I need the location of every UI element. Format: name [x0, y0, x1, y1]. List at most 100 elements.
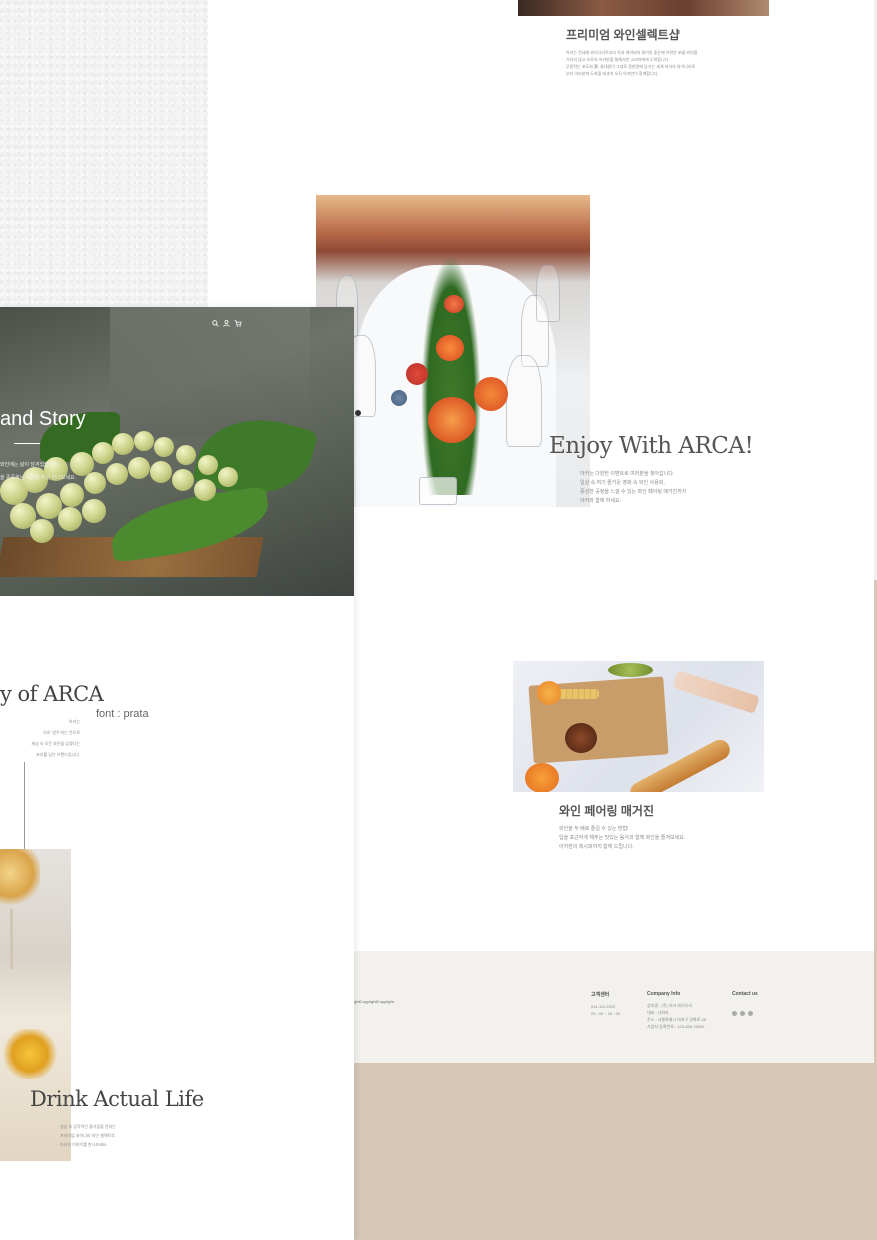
phone: 031-111-2222 — [591, 1004, 616, 1009]
customer-center: 고객센터 031-111-2222 09 : 00 ~ 18 : 00 — [591, 991, 620, 1017]
company-line: 사업자 등록번호 : 123-456-78900 — [647, 1024, 705, 1029]
story-desc-line: 포부를 담은 브랜드입니다. — [36, 752, 80, 757]
grape — [134, 431, 154, 451]
premium-desc-line: 거치지 않고 오로지 아카만을 통해서만 소비자에게 도착합니다 — [566, 57, 669, 62]
hero-title-underline — [14, 443, 40, 444]
wine-glass — [0, 849, 40, 909]
hero-desc-line: 와인에는 삶이 담겨있습니다. — [0, 462, 60, 468]
grape — [150, 461, 172, 483]
company-line: 대표 : 나와카 — [647, 1010, 669, 1015]
pairing-photo — [513, 661, 764, 792]
story-divider — [24, 762, 25, 854]
grapes — [608, 663, 653, 677]
flower — [391, 390, 407, 406]
pairing-desc-line: 아카만의 레시피까지 함께 드립니다. — [559, 844, 634, 850]
hero-title: and Story — [0, 408, 86, 430]
premium-title: 프리미엄 와인셀렉트샵 — [566, 28, 680, 42]
hours: 09 : 00 ~ 18 : 00 — [591, 1011, 621, 1016]
drink-desc-line: 아카의 이야기를 만나보세요. — [60, 1142, 108, 1147]
paper-texture — [0, 0, 208, 310]
cart-icon[interactable] — [234, 320, 242, 327]
grape — [172, 469, 194, 491]
story-desc-line: 으로 '방주'라는 뜻으로 — [43, 730, 80, 735]
candle-holder — [419, 477, 457, 505]
pairing-title: 와인 페어링 매거진 — [559, 804, 654, 818]
hero-banner: and Story 와인에는 삶이 담겨있습니다. 을 존중하는 아카를 지금 … — [0, 307, 354, 596]
customer-center-title: 고객센터 — [591, 992, 610, 998]
grape — [154, 437, 174, 457]
flower-garland — [421, 255, 481, 495]
drink-desc-line: 일상 속 감각적인 즐거움을 전하는 — [60, 1124, 116, 1129]
drink-desc: 일상 속 감각적인 즐거움을 전하는 프리미엄 와이너리 와인 셀렉트로, 아카… — [60, 1122, 116, 1149]
crackers — [555, 689, 599, 699]
flower — [428, 397, 476, 443]
grape — [58, 507, 82, 531]
table-setting-photo — [316, 195, 590, 507]
grape — [82, 499, 106, 523]
enjoy-desc-line: 아카와 함께 하세요. — [580, 498, 621, 504]
hero-desc: 와인에는 삶이 담겨있습니다. 을 존중하는 아카를 지금 만나보세요. — [0, 459, 76, 485]
slider-dot[interactable] — [355, 410, 361, 416]
grape — [176, 445, 196, 465]
enjoy-desc: 아카는 다양한 이벤트로 여러분을 찾아갑니다. 일상 속 여기 즐거운 영화 … — [580, 470, 686, 506]
facebook-icon[interactable] — [740, 1011, 745, 1016]
orange — [537, 681, 561, 705]
story-title: y of ARCA — [0, 682, 104, 706]
grape — [198, 455, 218, 475]
wall-shadow — [110, 307, 310, 437]
enjoy-title: Enjoy With ARCA! — [549, 433, 754, 459]
instagram-icon[interactable] — [732, 1011, 737, 1016]
story-desc: 아카는 으로 '방주'라는 뜻으로 세상 속 모든 와인을 담겠다는 포부를 담… — [0, 716, 80, 760]
grape — [30, 519, 54, 543]
drink-desc-line: 프리미엄 와이너리 와인 셀렉트로, — [60, 1133, 116, 1138]
company-line: 상호명 : (주) 아카 와이너리 — [647, 1003, 693, 1008]
grape — [128, 457, 150, 479]
hero-desc-line: 을 존중하는 아카를 지금 만나보세요. — [0, 475, 76, 481]
story-desc-line: 세상 속 모든 와인을 담겠다는 — [31, 741, 80, 746]
wine-glass-photo — [0, 849, 71, 1161]
grape — [194, 479, 216, 501]
yellow-flower — [0, 1029, 60, 1079]
contact-us: Contact us — [732, 991, 758, 1021]
grape — [84, 472, 106, 494]
premium-desc-line: 아카는 전세계 와이너리로부터 독과 계약되어 질이의 좋은에 어떤은 포몰 와… — [566, 50, 698, 55]
bowl — [565, 723, 597, 753]
orange — [525, 763, 559, 792]
pairing-desc-line: 입을 포근하게 해주는 맛있는 음식과 함께 와인을 즐겨보세요. — [559, 835, 686, 841]
header-icons — [212, 320, 242, 327]
flower — [474, 377, 508, 411]
enjoy-desc-line: 아카는 다양한 이벤트로 여러분을 찾아갑니다. — [580, 471, 675, 477]
glass-stem — [10, 909, 13, 969]
grape — [112, 433, 134, 455]
enjoy-desc-line: 일상 속 여기 즐거운 영화 속 와인 사용회, — [580, 480, 665, 486]
blog-icon[interactable] — [748, 1011, 753, 1016]
glass — [536, 265, 560, 322]
story-desc-line: 아카는 — [68, 719, 80, 724]
footer: ghtCopyrightCopyright 고객센터 031-111-2222 … — [354, 951, 874, 1063]
premium-photo — [518, 0, 769, 16]
company-info: Company Info 상호명 : (주) 아카 와이너리 대표 : 나와카 … — [647, 991, 706, 1030]
grape — [106, 463, 128, 485]
premium-desc-line: 부터 아라분화 도착을 대과지 오직 아카만이 함께합니다. — [566, 71, 659, 76]
drink-title: Drink Actual Life — [30, 1087, 204, 1111]
company-info-title: Company Info — [647, 991, 681, 997]
wine-bottle — [672, 670, 760, 714]
flower — [406, 363, 428, 385]
flower — [444, 295, 464, 313]
pairing-desc-line: 와인을 두 배로 즐길 수 있는 방법! — [559, 826, 629, 832]
pairing-desc: 와인을 두 배로 즐길 수 있는 방법! 입을 포근하게 해주는 맛있는 음식과… — [559, 825, 685, 852]
grape — [92, 442, 114, 464]
glass — [506, 355, 542, 447]
grape — [60, 483, 84, 507]
copyright: ghtCopyrightCopyright — [354, 999, 394, 1004]
search-icon[interactable] — [212, 320, 219, 327]
premium-desc: 아카는 전세계 와이너리로부터 독과 계약되어 질이의 좋은에 어떤은 포몰 와… — [566, 49, 697, 77]
contact-title: Contact us — [732, 991, 758, 997]
font-note: font : prata — [96, 708, 149, 720]
user-icon[interactable] — [223, 320, 230, 327]
grape — [218, 467, 238, 487]
company-line: 주소 : 서울특별시 마포구 양화로 45 — [647, 1017, 706, 1022]
enjoy-desc-line: 풍성한 공정을 느낄 수 있는 와인 페어링 매거진까지 — [580, 489, 687, 495]
premium-desc-line: 무원적는 포도와 夢, 들내용이 그대로 정한명에 담기는 세계 처자의 와이너… — [566, 64, 696, 69]
flower — [436, 335, 464, 361]
